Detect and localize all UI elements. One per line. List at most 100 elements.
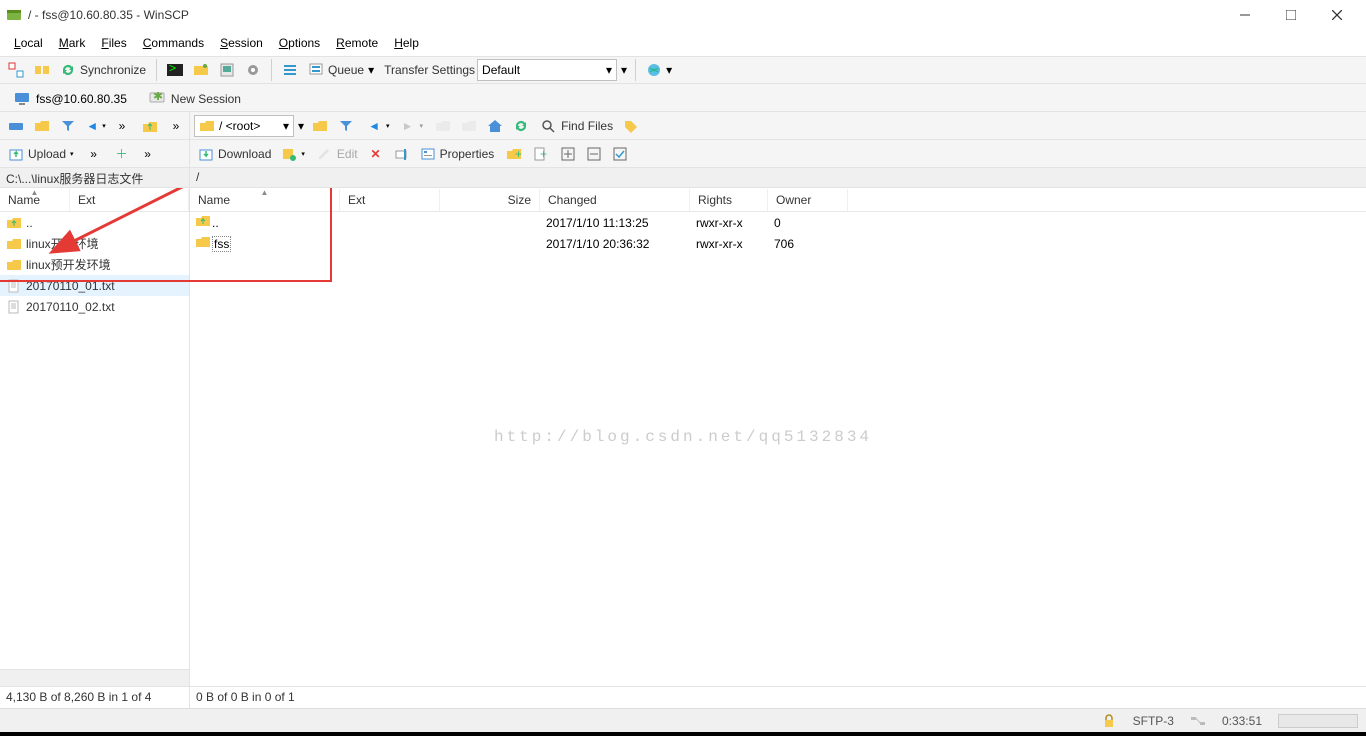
queue-list-button[interactable] (278, 58, 302, 82)
compare-button[interactable] (4, 58, 28, 82)
refresh-icon (513, 118, 529, 134)
menu-mark[interactable]: Mark (53, 34, 92, 52)
find-files-button[interactable]: Find Files (537, 114, 617, 138)
filter-icon (60, 118, 76, 134)
local-overflow3[interactable]: » (82, 142, 106, 166)
drive-icon (8, 118, 24, 134)
local-overflow4[interactable]: » (136, 142, 160, 166)
remote-home-button[interactable] (483, 114, 507, 138)
arrow-left-icon: ◄ (366, 118, 382, 134)
tag-icon (623, 118, 639, 134)
remote-file-list[interactable]: .. 2017/1/10 11:13:25 rwxr-xr-x 0 fss 20… (190, 212, 1366, 686)
menu-options[interactable]: Options (273, 34, 326, 52)
remote-extra-button[interactable] (619, 114, 643, 138)
menu-remote[interactable]: Remote (330, 34, 384, 52)
remote-col-name[interactable]: Name ▲ (190, 189, 340, 211)
chevron-down-icon[interactable]: ▾ (296, 119, 306, 133)
list-item[interactable]: .. 2017/1/10 11:13:25 rwxr-xr-x 0 (190, 212, 1366, 233)
remote-col-owner[interactable]: Owner (768, 189, 848, 211)
session-tab-active[interactable]: fss@10.60.80.35 (4, 87, 137, 111)
list-item-selected[interactable]: 20170110_01.txt (0, 275, 189, 296)
download-menu-button[interactable]: ▾ (277, 142, 309, 166)
remote-filter-button[interactable] (334, 114, 358, 138)
collapse-button[interactable] (582, 142, 606, 166)
local-plus-button[interactable]: ＋ (110, 142, 134, 166)
remote-forward-button[interactable]: ► ▾ (396, 114, 428, 138)
menu-files[interactable]: Files (95, 34, 132, 52)
properties-button[interactable]: Properties (416, 142, 499, 166)
separator (156, 59, 157, 81)
edit-button[interactable]: Edit (313, 142, 362, 166)
sort-asc-icon: ▲ (31, 188, 39, 197)
remote-refresh-button[interactable] (509, 114, 533, 138)
local-filter-button[interactable] (56, 114, 80, 138)
local-drive-button[interactable] (4, 114, 28, 138)
delete-button[interactable]: ✕ (364, 142, 388, 166)
properties-icon (420, 146, 436, 162)
menu-commands[interactable]: Commands (137, 34, 210, 52)
remote-col-size[interactable]: Size (440, 189, 540, 211)
maximize-button[interactable] (1268, 0, 1314, 30)
list-item[interactable]: linux预开发环境 (0, 254, 189, 275)
local-col-ext[interactable]: Ext (70, 189, 189, 211)
arrow-right-icon: ► (400, 118, 416, 134)
nav-row: ◄▾ » » / <root> ▾ ▾ ◄ ▾ ► ▾ Find Files (0, 112, 1366, 140)
local-panel: Name ▲ Ext .. linux开发环境 linux预开发环境 (0, 188, 190, 686)
home-icon (487, 118, 503, 134)
menu-help[interactable]: Help (388, 34, 425, 52)
app-window: / - fss@10.60.80.35 - WinSCP Local Mark … (0, 0, 1366, 732)
preferences-button[interactable] (241, 58, 265, 82)
check-button[interactable] (608, 142, 632, 166)
remote-col-rights[interactable]: Rights (690, 189, 768, 211)
download-button[interactable]: Download (194, 142, 275, 166)
list-item[interactable]: .. (0, 212, 189, 233)
new-file-icon: + (532, 146, 548, 162)
local-overflow2[interactable]: » (164, 114, 188, 138)
remote-col-ext[interactable]: Ext (340, 189, 440, 211)
remote-col-changed[interactable]: Changed (540, 189, 690, 211)
putty-button[interactable] (215, 58, 239, 82)
rename-button[interactable] (390, 142, 414, 166)
sync-icon (60, 62, 76, 78)
menu-session[interactable]: Session (214, 34, 269, 52)
new-file-button[interactable]: + (528, 142, 552, 166)
local-parent-button[interactable] (138, 114, 162, 138)
remote-folder2-button[interactable] (457, 114, 481, 138)
lock-icon (1101, 713, 1117, 729)
remote-panel: Name ▲ Ext Size Changed Rights Owner .. … (190, 188, 1366, 686)
list-item[interactable]: 20170110_02.txt (0, 296, 189, 317)
plus-icon: ＋ (114, 146, 130, 162)
minimize-button[interactable] (1222, 0, 1268, 30)
explorer-button[interactable] (189, 58, 213, 82)
sync-browse-button[interactable] (30, 58, 54, 82)
list-item[interactable]: fss 2017/1/10 20:36:32 rwxr-xr-x 706 (190, 233, 1366, 254)
new-folder-icon: + (506, 146, 522, 162)
remote-open-button[interactable] (308, 114, 332, 138)
transfer-settings-combo[interactable]: Default ▾ (477, 59, 617, 81)
local-overflow[interactable]: » (110, 114, 134, 138)
synchronize-button[interactable]: Synchronize (56, 58, 150, 82)
local-scrollbar-h[interactable] (0, 669, 189, 686)
window-controls (1222, 0, 1360, 30)
remote-back-button[interactable]: ◄ ▾ (362, 114, 394, 138)
new-session-tab[interactable]: ✱ New Session (139, 87, 251, 111)
queue-button[interactable]: Queue ▾ (304, 58, 378, 82)
expand-button[interactable] (556, 142, 580, 166)
upload-button[interactable]: Upload ▾ (4, 142, 78, 166)
remote-folder1-button[interactable] (431, 114, 455, 138)
local-back-button[interactable]: ◄▾ (84, 114, 108, 138)
local-col-name[interactable]: Name ▲ (0, 189, 70, 211)
close-button[interactable] (1314, 0, 1360, 30)
local-file-list[interactable]: .. linux开发环境 linux预开发环境 20170110_01.txt … (0, 212, 189, 669)
local-open-button[interactable] (30, 114, 54, 138)
menu-local[interactable]: Local (8, 34, 49, 52)
separator (635, 59, 636, 81)
chevron-down-icon[interactable]: ▾ (619, 63, 629, 77)
arrow-left-icon: ◄ (86, 118, 98, 134)
new-folder-button[interactable]: + (502, 142, 526, 166)
remote-root-selector[interactable]: / <root> ▾ (194, 115, 294, 137)
globe-button[interactable]: ▾ (642, 58, 676, 82)
list-item[interactable]: linux开发环境 (0, 233, 189, 254)
sync-browse-icon (34, 62, 50, 78)
console-button[interactable]: > (163, 58, 187, 82)
